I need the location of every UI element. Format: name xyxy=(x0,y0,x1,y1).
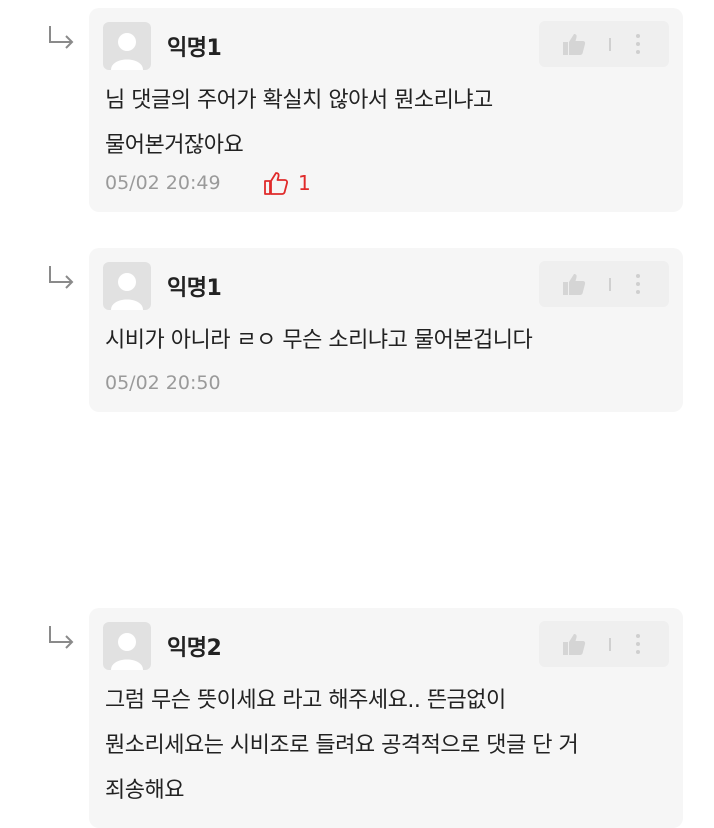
comment-card: 익명1 시비가 아니라 ㄹㅇ 무슨 소리냐고 물어본겁니다 05/02 20:5… xyxy=(89,248,683,412)
comment-actions xyxy=(539,261,669,307)
comment-actions xyxy=(539,621,669,667)
comment-author: 익명1 xyxy=(167,276,222,301)
comment-card: 익명1 님 댓글의 주어가 확실치 않아서 뭔소리냐고 물어본거잖아요 05/0… xyxy=(89,8,683,212)
thumbs-up-icon[interactable] xyxy=(561,31,587,57)
more-vertical-icon[interactable] xyxy=(633,631,643,657)
comment-body: 님 댓글의 주어가 확실치 않아서 뭔소리냐고 물어본거잖아요 xyxy=(105,78,663,168)
comment-author: 익명2 xyxy=(167,636,222,661)
comment-author: 익명1 xyxy=(167,36,222,61)
more-vertical-icon[interactable] xyxy=(633,31,643,57)
thumbs-up-icon[interactable] xyxy=(561,271,587,297)
comment-line: 물어본거잖아요 xyxy=(105,133,244,158)
comment-line: 죄송해요 xyxy=(105,778,184,803)
like-count: 1 xyxy=(298,171,311,195)
avatar[interactable] xyxy=(103,262,151,310)
comment-line: 님 댓글의 주어가 확실치 않아서 뭔소리냐고 xyxy=(105,88,493,113)
reply-arrow-icon xyxy=(49,26,74,49)
comment-line: 시비가 아니라 ㄹㅇ 무슨 소리냐고 물어본겁니다 xyxy=(105,328,533,353)
avatar[interactable] xyxy=(103,22,151,70)
comment-body: 시비가 아니라 ㄹㅇ 무슨 소리냐고 물어본겁니다 xyxy=(105,318,663,363)
comment-card: 익명2 그럼 무슨 뜻이세요 라고 해주세요.. 뜬금없이 뭔소리세요는 시비조… xyxy=(89,608,683,828)
action-divider xyxy=(609,638,611,651)
default-avatar-icon xyxy=(111,33,143,70)
avatar[interactable] xyxy=(103,622,151,670)
reply-arrow-icon xyxy=(49,626,74,649)
thumbs-up-icon xyxy=(264,172,289,195)
comment-actions xyxy=(539,21,669,67)
default-avatar-icon xyxy=(111,633,143,670)
comment-time: 05/02 20:49 xyxy=(105,172,221,194)
comment-time: 05/02 20:50 xyxy=(105,372,221,394)
thumbs-up-icon[interactable] xyxy=(561,631,587,657)
more-vertical-icon[interactable] xyxy=(633,271,643,297)
comment-body: 그럼 무슨 뜻이세요 라고 해주세요.. 뜬금없이 뭔소리세요는 시비조로 들려… xyxy=(105,678,663,813)
comment-meta: 05/02 20:49 1 xyxy=(105,169,405,197)
action-divider xyxy=(609,278,611,291)
default-avatar-icon xyxy=(111,273,143,310)
comment-line: 뭔소리세요는 시비조로 들려요 공격적으로 댓글 단 거 xyxy=(105,733,579,758)
action-divider xyxy=(609,38,611,51)
reply-arrow-icon xyxy=(49,266,74,289)
comment-meta: 05/02 20:50 xyxy=(105,369,405,397)
comment-line: 그럼 무슨 뜻이세요 라고 해주세요.. 뜬금없이 xyxy=(105,688,506,713)
